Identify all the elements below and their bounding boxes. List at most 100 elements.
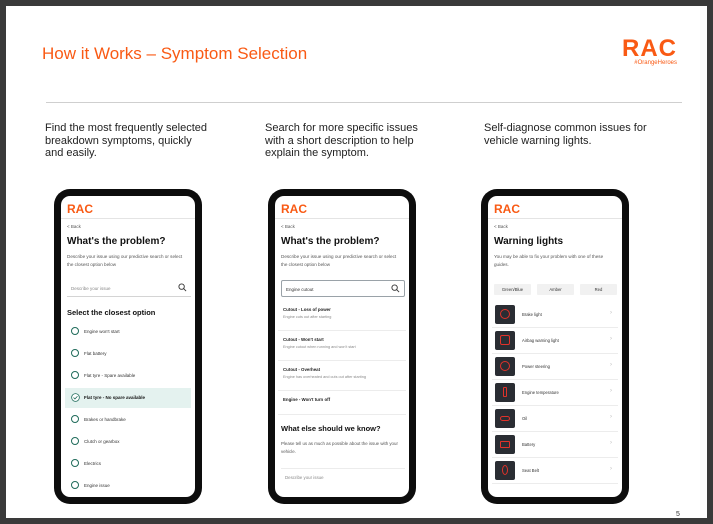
search-suggestion[interactable]: Cutout - Won't start Engine cutout when r…	[278, 330, 406, 361]
symptom-option-label: Brakes or handbrake	[84, 417, 126, 422]
warning-light-label: Seat Belt	[522, 468, 539, 473]
symptom-option-selected[interactable]: Flat tyre - No spare available	[65, 388, 191, 408]
seat-belt-icon	[495, 461, 515, 480]
radio-icon[interactable]	[71, 437, 79, 445]
warning-light-label: Engine temperature	[522, 390, 559, 395]
warning-light-item[interactable]: Brake light ›	[492, 302, 618, 328]
symptom-option[interactable]: Electrics	[65, 454, 191, 474]
symptom-option[interactable]: Flat battery	[65, 344, 191, 364]
warning-light-item[interactable]: Oil ›	[492, 406, 618, 432]
phone-screen: RAC < Back What's the problem? Describe …	[275, 196, 409, 497]
chevron-right-icon: ›	[610, 414, 612, 420]
tab-green-blue[interactable]: Green/Blue	[494, 284, 531, 295]
symptom-option-label: Flat battery	[84, 351, 107, 356]
warning-light-item[interactable]: Power steering ›	[492, 354, 618, 380]
warning-light-item[interactable]: Airbag warning light ›	[492, 328, 618, 354]
phone-screen: RAC < Back What's the problem? Describe …	[61, 196, 195, 497]
phone-symptom-options: RAC < Back What's the problem? Describe …	[54, 189, 202, 504]
search-icon[interactable]	[391, 284, 400, 293]
symptom-search-input[interactable]: Engine cutout	[281, 280, 405, 297]
page-number: 5	[676, 511, 680, 518]
symptom-option-label: Clutch or gearbox	[84, 439, 120, 444]
app-logo: RAC	[494, 202, 520, 216]
header-divider	[61, 218, 195, 219]
back-link[interactable]: < Back	[281, 224, 295, 229]
suggestion-description: Engine has overheated and cuts out after…	[283, 375, 366, 379]
search-suggestion[interactable]: Cutout - Overheat Engine has overheated a…	[278, 360, 406, 391]
colour-filter-tabs: Green/Blue Amber Red	[494, 284, 618, 296]
suggestion-title: Cutout - Overheat	[283, 367, 321, 372]
chevron-right-icon: ›	[610, 440, 612, 446]
warning-light-item[interactable]: Engine temperature ›	[492, 380, 618, 406]
warning-lights-subtitle: You may be able to fix your problem with…	[494, 254, 604, 267]
chevron-right-icon: ›	[610, 336, 612, 342]
problem-heading: What's the problem?	[281, 236, 380, 247]
symptom-option-label: Engine issue	[84, 483, 110, 488]
suggestion-description: Engine cutout when running and won't sta…	[283, 345, 356, 349]
suggestion-description: Engine cuts out after starting	[283, 315, 332, 319]
radio-icon[interactable]	[71, 459, 79, 467]
battery-icon	[495, 435, 515, 454]
describe-placeholder: Describe your issue	[285, 475, 324, 480]
warning-light-item[interactable]: Seat Belt ›	[492, 458, 618, 484]
symptom-option[interactable]: Engine won't start	[65, 322, 191, 342]
back-link[interactable]: < Back	[67, 224, 81, 229]
problem-subtitle: Describe your issue using our predictive…	[67, 254, 183, 267]
checked-radio-icon[interactable]	[71, 393, 80, 402]
back-link[interactable]: < Back	[494, 224, 508, 229]
caption-warning-lights: Self-diagnose common issues for vehicle …	[484, 122, 647, 147]
app-logo: RAC	[281, 202, 307, 216]
chevron-right-icon: ›	[610, 388, 612, 394]
symptom-option-label: Engine won't start	[84, 329, 120, 334]
warning-lights-heading: Warning lights	[494, 236, 564, 247]
warning-light-label: Oil	[522, 416, 528, 421]
suggestion-title: Cutout - Loss of power	[283, 307, 331, 312]
brake-light-icon	[495, 305, 515, 324]
chevron-right-icon: ›	[610, 362, 612, 368]
symptom-search-input[interactable]: Describe your issue	[67, 280, 191, 297]
symptom-option[interactable]: Flat tyre - Spare available	[65, 366, 191, 386]
header-divider	[488, 218, 622, 219]
radio-icon[interactable]	[71, 327, 79, 335]
symptom-option[interactable]: Brakes or handbrake	[65, 410, 191, 430]
more-info-heading: What else should we know?	[281, 424, 381, 433]
tab-red[interactable]: Red	[580, 284, 617, 295]
symptom-option[interactable]: Engine issue	[65, 476, 191, 496]
rac-logo: RAC #OrangeHeroes	[622, 35, 677, 67]
tab-amber[interactable]: Amber	[537, 284, 574, 295]
problem-heading: What's the problem?	[67, 236, 166, 247]
search-suggestion[interactable]: Cutout - Loss of power Engine cuts out af…	[278, 300, 406, 331]
symptom-option-label: Flat tyre - Spare available	[84, 373, 136, 378]
symptom-option-label: Electrics	[84, 461, 102, 466]
symptom-option-label: Flat tyre - No spare available	[84, 395, 146, 400]
radio-icon[interactable]	[71, 415, 79, 423]
phone-symptom-search: RAC < Back What's the problem? Describe …	[268, 189, 416, 504]
more-info-subtitle: Please tell us as much as possible about…	[281, 441, 398, 454]
slide-title: How it Works – Symptom Selection	[42, 44, 308, 63]
warning-light-label: Power steering	[522, 364, 550, 369]
warning-light-item[interactable]: Battery ›	[492, 432, 618, 458]
describe-issue-input[interactable]: Describe your issue	[281, 468, 405, 485]
power-steering-icon	[495, 357, 515, 376]
options-heading: Select the closest option	[67, 308, 156, 317]
oil-icon	[495, 409, 515, 428]
warning-light-label: Brake light	[522, 312, 542, 317]
search-placeholder: Describe your issue	[71, 286, 111, 291]
rac-logo-word: RAC	[622, 35, 677, 62]
suggestion-title: Engine - Won't turn off	[283, 397, 331, 402]
title-divider	[46, 102, 682, 103]
radio-icon[interactable]	[71, 349, 79, 357]
search-icon[interactable]	[178, 283, 187, 292]
slide: How it Works – Symptom Selection RAC #Or…	[6, 6, 707, 518]
search-value: Engine cutout	[286, 287, 314, 292]
radio-icon[interactable]	[71, 371, 79, 379]
caption-symptoms: Find the most frequently selected breakd…	[45, 122, 208, 159]
header-divider	[275, 218, 409, 219]
symptom-option[interactable]: Clutch or gearbox	[65, 432, 191, 452]
radio-icon[interactable]	[71, 481, 79, 489]
search-suggestion[interactable]: Engine - Won't turn off	[278, 390, 406, 415]
chevron-right-icon: ›	[610, 310, 612, 316]
airbag-icon	[495, 331, 515, 350]
warning-light-label: Airbag warning light	[522, 338, 559, 343]
phone-warning-lights: RAC < Back Warning lights You may be abl…	[481, 189, 629, 504]
